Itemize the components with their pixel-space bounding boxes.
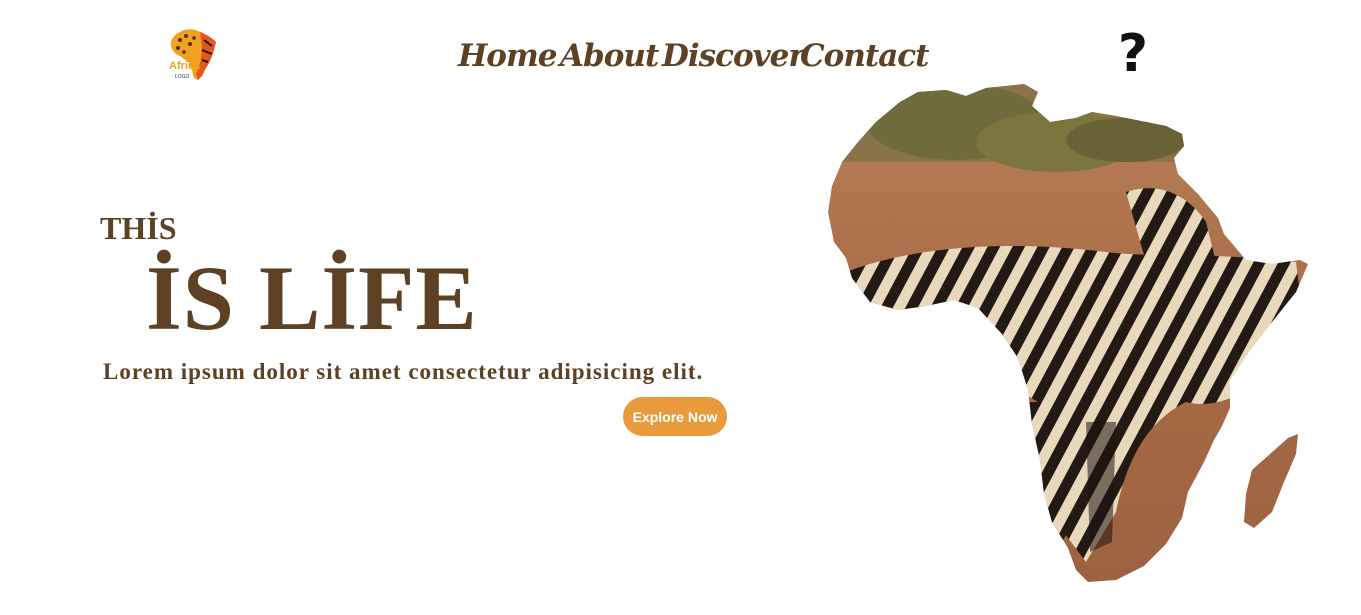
hero-title-line1: THİS [100,210,177,246]
nav-discover[interactable]: Discover [662,36,805,76]
hero-lead-text: Lorem ipsum dolor sit amet consectetur a… [103,359,704,384]
logo-text: Africa [169,60,201,72]
logo-subtext: LOGO [175,74,190,80]
nav-about[interactable]: About [560,36,662,76]
main-nav: Home About Discover Contact [458,36,930,76]
africa-logo-icon[interactable]: Africa LOGO [166,26,220,82]
nav-home[interactable]: Home [458,36,560,76]
hero-title-line2: İS LİFE [146,247,478,349]
explore-now-button[interactable]: Explore Now [623,397,727,436]
question-mark-icon[interactable]: ? [1113,26,1153,82]
nav-contact[interactable]: Contact [800,36,930,76]
africa-map-zebra-image [826,82,1312,584]
